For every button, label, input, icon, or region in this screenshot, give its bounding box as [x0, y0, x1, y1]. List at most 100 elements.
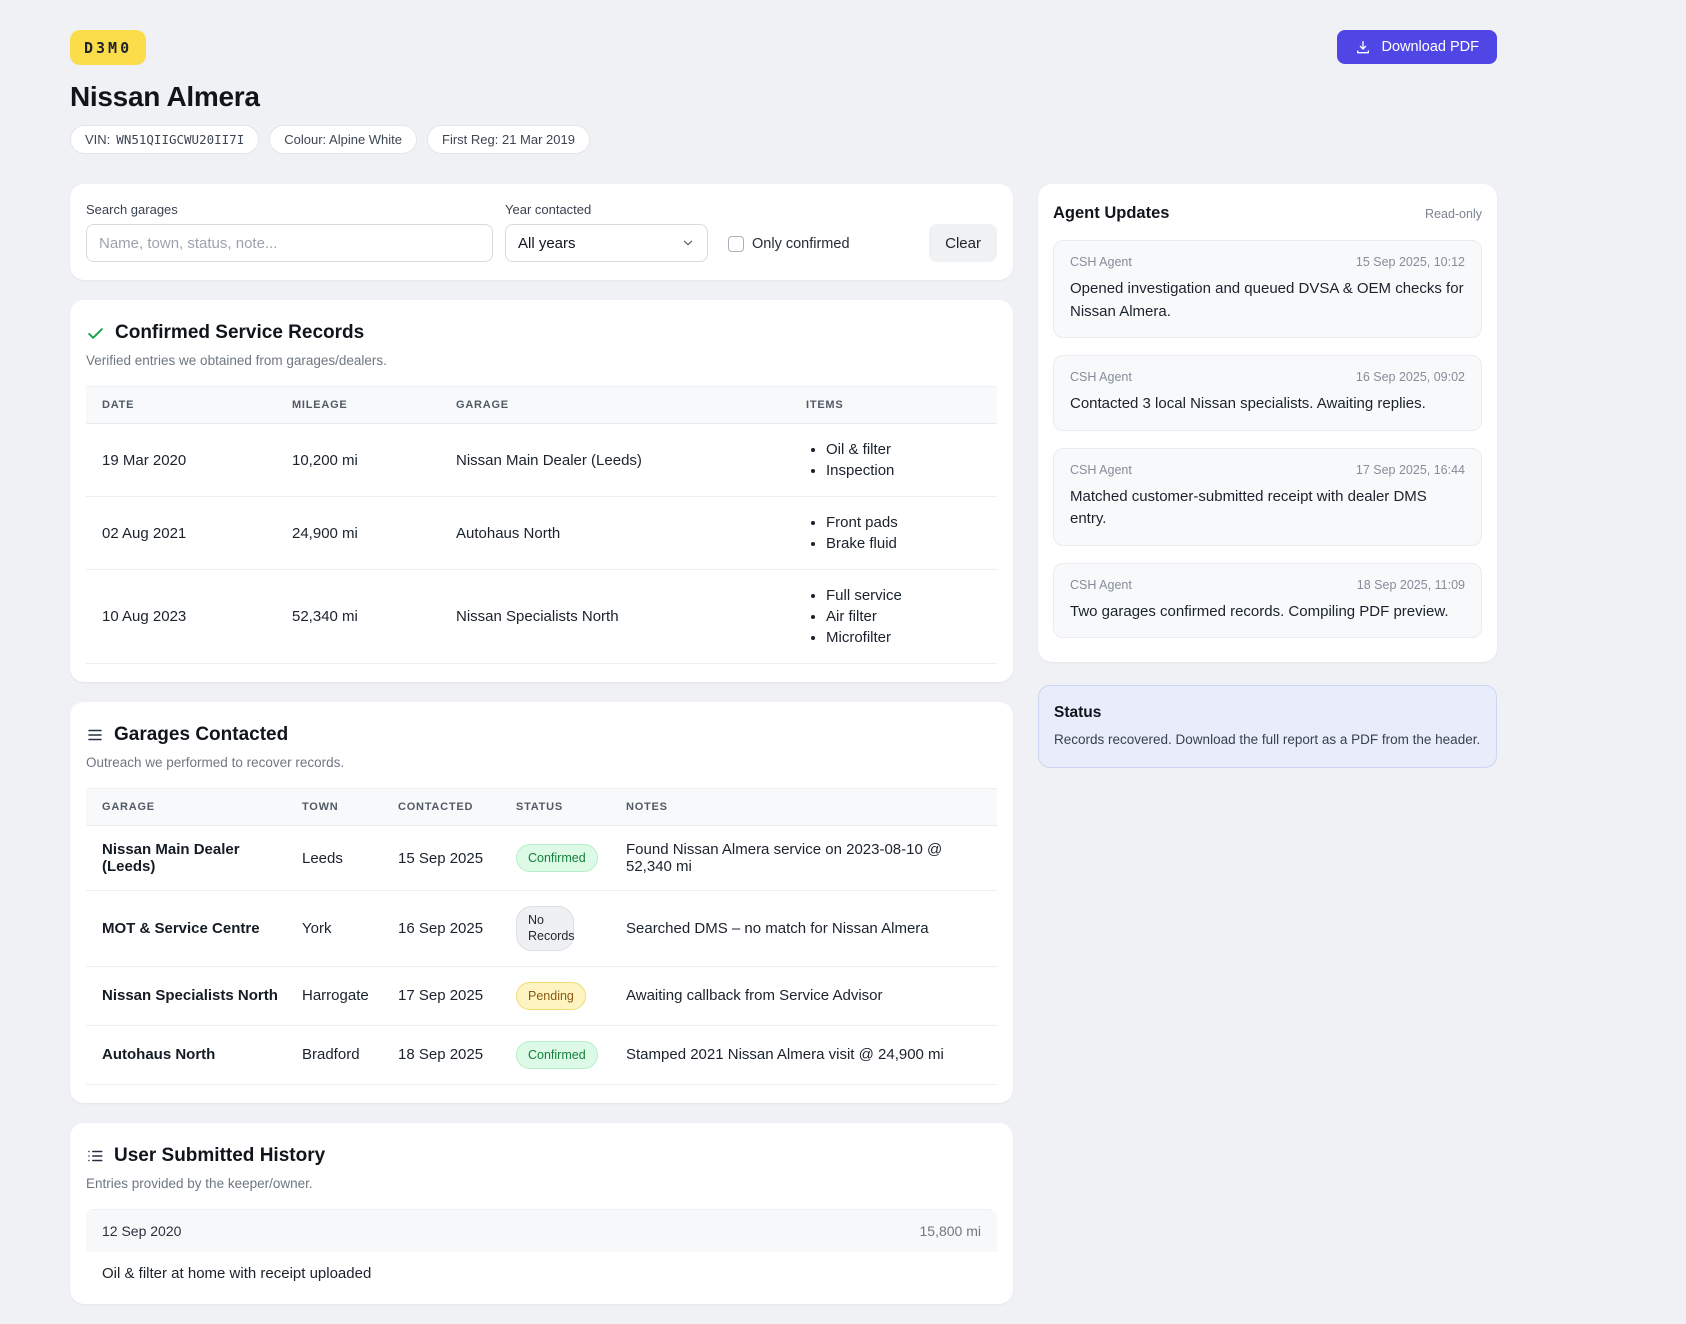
- record-garage: Autohaus North: [440, 497, 790, 570]
- garages-contacted-body: Nissan Main Dealer (Leeds) Leeds 15 Sep …: [86, 826, 997, 1085]
- year-select-value: All years: [518, 235, 576, 252]
- garages-header-row: Garage Town Contacted Status Notes: [86, 789, 997, 826]
- col-date: Date: [86, 387, 276, 424]
- col-status: Status: [500, 789, 610, 826]
- status-badge: Confirmed: [516, 1041, 598, 1069]
- garage-notes: Stamped 2021 Nissan Almera visit @ 24,90…: [610, 1025, 997, 1084]
- garage-name: Nissan Main Dealer (Leeds): [86, 826, 286, 891]
- year-select[interactable]: All years: [505, 224, 708, 262]
- garage-row: Nissan Main Dealer (Leeds) Leeds 15 Sep …: [86, 826, 997, 891]
- garage-town: Harrogate: [286, 966, 382, 1025]
- entry-note: Oil & filter at home with receipt upload…: [86, 1252, 997, 1286]
- clear-button[interactable]: Clear: [929, 224, 997, 262]
- check-icon: [86, 324, 105, 343]
- garage-row: MOT & Service Centre York 16 Sep 2025 No…: [86, 891, 997, 967]
- record-item: Brake fluid: [826, 533, 989, 554]
- user-history-entry: 12 Sep 2020 15,800 mi Oil & filter at ho…: [86, 1209, 997, 1286]
- status-badge: Confirmed: [516, 844, 598, 872]
- vehicle-chips: VIN: WN51QIIGCWU20II7I Colour: Alpine Wh…: [70, 125, 1497, 154]
- user-history-entry-header: 12 Sep 2020 15,800 mi: [86, 1209, 997, 1252]
- readonly-label: Read-only: [1425, 207, 1482, 221]
- col-notes: Notes: [610, 789, 997, 826]
- garages-contacted-title-row: Garages Contacted: [86, 724, 997, 746]
- agent-update-header: CSH Agent 16 Sep 2025, 09:02: [1070, 370, 1465, 384]
- entry-mileage: 15,800 mi: [920, 1223, 981, 1239]
- garage-notes: Awaiting callback from Service Advisor: [610, 966, 997, 1025]
- user-history-card: User Submitted History Entries provided …: [70, 1123, 1013, 1304]
- user-history-title: User Submitted History: [114, 1145, 325, 1167]
- only-confirmed-checkbox[interactable]: [728, 236, 744, 252]
- col-items: Items: [790, 387, 997, 424]
- agent-update-header: CSH Agent 15 Sep 2025, 10:12: [1070, 255, 1465, 269]
- agent-update-header: CSH Agent 17 Sep 2025, 16:44: [1070, 463, 1465, 477]
- garage-notes: Found Nissan Almera service on 2023-08-1…: [610, 826, 997, 891]
- search-input[interactable]: [86, 224, 493, 262]
- agent-updates-title: Agent Updates: [1053, 204, 1169, 223]
- garage-town: Bradford: [286, 1025, 382, 1084]
- agent-update-text: Contacted 3 local Nissan specialists. Aw…: [1070, 393, 1465, 416]
- year-label: Year contacted: [505, 202, 708, 217]
- page: D3M0 Download PDF Nissan Almera VIN: WN5…: [0, 0, 1497, 1324]
- sidebar: Agent Updates Read-only CSH Agent 15 Sep…: [1038, 184, 1497, 768]
- garages-contacted-title: Garages Contacted: [114, 724, 288, 746]
- service-record-row: 19 Mar 2020 10,200 mi Nissan Main Dealer…: [86, 424, 997, 497]
- record-items: Oil & filterInspection: [790, 424, 997, 497]
- record-item: Oil & filter: [826, 439, 989, 460]
- garage-contacted: 16 Sep 2025: [382, 891, 500, 967]
- garage-name: MOT & Service Centre: [86, 891, 286, 967]
- agent-author: CSH Agent: [1070, 463, 1132, 477]
- agent-update: CSH Agent 18 Sep 2025, 11:09 Two garages…: [1053, 563, 1482, 639]
- status-card: Status Records recovered. Download the f…: [1038, 685, 1497, 768]
- vin-chip: VIN: WN51QIIGCWU20II7I: [70, 125, 259, 154]
- year-field-group: Year contacted All years: [505, 202, 708, 262]
- garage-town: Leeds: [286, 826, 382, 891]
- user-history-list: 12 Sep 2020 15,800 mi Oil & filter at ho…: [86, 1209, 997, 1286]
- col-garage: Garage: [86, 789, 286, 826]
- garage-status: Confirmed: [500, 1025, 610, 1084]
- garage-contacted: 18 Sep 2025: [382, 1025, 500, 1084]
- agent-author: CSH Agent: [1070, 578, 1132, 592]
- col-town: Town: [286, 789, 382, 826]
- record-mileage: 52,340 mi: [276, 570, 440, 664]
- col-garage: Garage: [440, 387, 790, 424]
- service-records-body: 19 Mar 2020 10,200 mi Nissan Main Dealer…: [86, 424, 997, 664]
- demo-badge: D3M0: [70, 30, 146, 65]
- service-records-header-row: Date Mileage Garage Items: [86, 387, 997, 424]
- garages-contacted-table: Garage Town Contacted Status Notes Nissa…: [86, 788, 997, 1085]
- record-item: Full service: [826, 585, 989, 606]
- only-confirmed-group: Only confirmed: [728, 236, 850, 252]
- record-item: Front pads: [826, 512, 989, 533]
- agent-updates-card: Agent Updates Read-only CSH Agent 15 Sep…: [1038, 184, 1497, 662]
- agent-update-text: Matched customer-submitted receipt with …: [1070, 486, 1465, 531]
- filter-bar: Search garages Year contacted All years …: [70, 184, 1013, 280]
- status-text: Records recovered. Download the full rep…: [1054, 732, 1481, 747]
- garage-name: Nissan Specialists North: [86, 966, 286, 1025]
- record-mileage: 24,900 mi: [276, 497, 440, 570]
- record-garage: Nissan Main Dealer (Leeds): [440, 424, 790, 497]
- vin-value: WN51QIIGCWU20II7I: [116, 132, 244, 147]
- garage-name: Autohaus North: [86, 1025, 286, 1084]
- record-item: Microfilter: [826, 627, 989, 648]
- status-title: Status: [1054, 704, 1481, 722]
- agent-timestamp: 17 Sep 2025, 16:44: [1356, 463, 1465, 477]
- list-icon: [86, 1147, 104, 1165]
- garage-row: Nissan Specialists North Harrogate 17 Se…: [86, 966, 997, 1025]
- agent-author: CSH Agent: [1070, 255, 1132, 269]
- record-mileage: 10,200 mi: [276, 424, 440, 497]
- record-date: 10 Aug 2023: [86, 570, 276, 664]
- record-item: Air filter: [826, 606, 989, 627]
- main-column: Search garages Year contacted All years …: [70, 184, 1013, 1324]
- record-garage: Nissan Specialists North: [440, 570, 790, 664]
- agent-updates-header: Agent Updates Read-only: [1053, 204, 1482, 223]
- service-records-table: Date Mileage Garage Items 19 Mar 2020 10…: [86, 386, 997, 664]
- service-record-row: 10 Aug 2023 52,340 mi Nissan Specialists…: [86, 570, 997, 664]
- user-history-title-row: User Submitted History: [86, 1145, 997, 1167]
- download-pdf-button[interactable]: Download PDF: [1337, 30, 1497, 64]
- garages-contacted-subtitle: Outreach we performed to recover records…: [86, 755, 997, 770]
- download-pdf-label: Download PDF: [1381, 39, 1479, 55]
- col-contacted: Contacted: [382, 789, 500, 826]
- garage-status: No Records: [500, 891, 610, 967]
- record-date: 02 Aug 2021: [86, 497, 276, 570]
- confirmed-records-title: Confirmed Service Records: [115, 322, 364, 344]
- agent-updates-list: CSH Agent 15 Sep 2025, 10:12 Opened inve…: [1053, 240, 1482, 638]
